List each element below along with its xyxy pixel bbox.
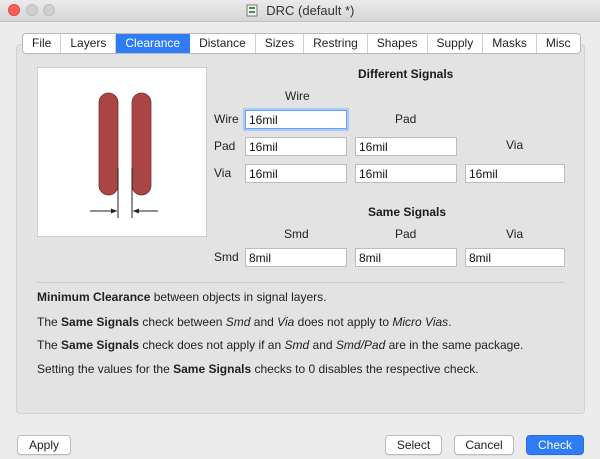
row-label-wire: Wire xyxy=(214,112,239,126)
tab-supply[interactable]: Supply xyxy=(428,34,484,53)
tab-restring[interactable]: Restring xyxy=(304,34,368,53)
tab-misc[interactable]: Misc xyxy=(537,34,580,53)
row-label-pad: Pad xyxy=(214,139,236,153)
col-header-same-via: Via xyxy=(506,227,524,241)
check-button[interactable]: Check xyxy=(526,435,584,455)
smd-smd-clearance-input[interactable] xyxy=(245,248,347,267)
section-divider xyxy=(37,282,565,283)
tab-distance[interactable]: Distance xyxy=(190,34,256,53)
via-wire-clearance-input[interactable] xyxy=(245,164,347,183)
note-line-3: The Same Signals check does not apply if… xyxy=(37,338,524,352)
tab-sizes[interactable]: Sizes xyxy=(256,34,305,53)
same-signals-heading: Same Signals xyxy=(368,205,447,219)
row-label-via: Via xyxy=(214,166,232,180)
via-via-clearance-input[interactable] xyxy=(465,164,565,183)
tab-clearance[interactable]: Clearance xyxy=(116,34,191,53)
via-pad-clearance-input[interactable] xyxy=(355,164,457,183)
tab-file[interactable]: File xyxy=(23,34,62,53)
tab-shapes[interactable]: Shapes xyxy=(368,34,428,53)
smd-via-clearance-input[interactable] xyxy=(465,248,565,267)
tab-bar: File Layers Clearance Distance Sizes Res… xyxy=(22,33,581,54)
note-line-4: Setting the values for the Same Signals … xyxy=(37,362,479,376)
col-header-smd: Smd xyxy=(284,227,309,241)
note-line-1: Minimum Clearance between objects in sig… xyxy=(37,290,327,304)
pad-pad-clearance-input[interactable] xyxy=(355,137,457,156)
different-signals-heading: Different Signals xyxy=(358,67,454,81)
window-title: DRC (default *) xyxy=(266,3,355,18)
wire-wire-clearance-input[interactable] xyxy=(245,110,347,129)
smd-pad-clearance-input[interactable] xyxy=(355,248,457,267)
tab-layers[interactable]: Layers xyxy=(61,34,117,53)
title-bar: DRC (default *) xyxy=(0,0,600,22)
tab-masks[interactable]: Masks xyxy=(483,34,537,53)
document-icon xyxy=(246,4,258,17)
cancel-button[interactable]: Cancel xyxy=(454,435,514,455)
col-header-same-pad: Pad xyxy=(395,227,417,241)
window-title-group: DRC (default *) xyxy=(0,3,600,18)
clearance-preview-image xyxy=(37,67,207,237)
col-header-via: Via xyxy=(506,138,524,152)
apply-button[interactable]: Apply xyxy=(17,435,71,455)
col-header-wire: Wire xyxy=(285,89,310,103)
select-button[interactable]: Select xyxy=(385,435,442,455)
row-label-smd: Smd xyxy=(214,250,239,264)
pad-wire-clearance-input[interactable] xyxy=(245,137,347,156)
clearance-diagram-icon xyxy=(90,92,158,218)
col-header-pad: Pad xyxy=(395,112,417,126)
note-line-2: The Same Signals check between Smd and V… xyxy=(37,315,452,329)
